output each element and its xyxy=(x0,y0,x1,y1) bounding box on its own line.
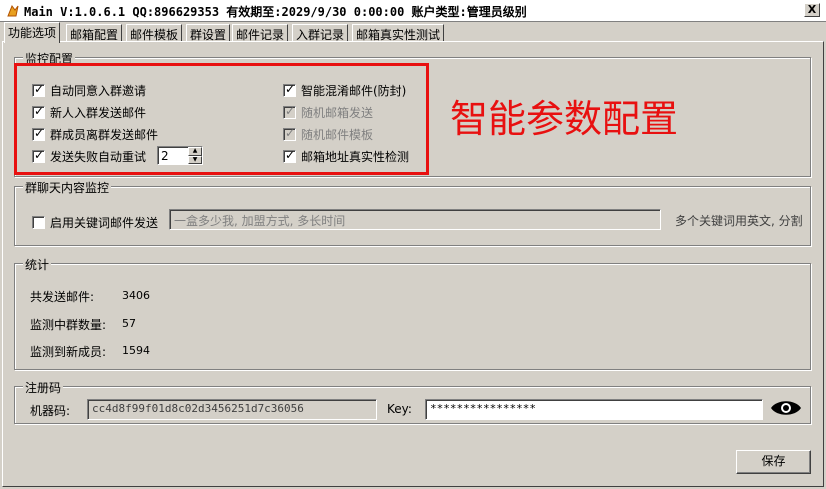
smart-mix-checkbox[interactable]: ✓ 智能混淆邮件(防封) xyxy=(283,82,406,99)
retry-on-fail-checkbox[interactable]: ✓ 发送失败自动重试 xyxy=(32,148,146,165)
check-icon: ✓ xyxy=(285,104,296,118)
check-icon: ✓ xyxy=(34,126,45,140)
keyword-input[interactable]: 一盒多少我, 加盟方式, 多长时间 xyxy=(169,209,661,230)
members-value: 1594 xyxy=(122,344,150,357)
check-icon: ✓ xyxy=(34,104,45,118)
random-template-checkbox: ✓ 随机邮件模板 xyxy=(283,126,374,142)
sent-label: 共发送邮件: xyxy=(30,290,95,304)
tab-mailbox-verify[interactable]: 邮箱真实性测试 xyxy=(352,24,445,42)
stepper-down-icon[interactable]: ▼ xyxy=(188,155,202,164)
chat-monitor-title: 群聊天内容监控 xyxy=(23,179,112,196)
tab-mailbox-config[interactable]: 邮箱配置 xyxy=(66,24,123,42)
auto-accept-checkbox[interactable]: ✓ 自动同意入群邀请 xyxy=(32,82,146,99)
key-input[interactable]: **************** xyxy=(425,399,763,420)
check-icon: ✓ xyxy=(285,148,296,162)
stepper-up-icon[interactable]: ▲ xyxy=(188,147,202,156)
save-button[interactable]: 保存 xyxy=(736,450,811,474)
verify-address-checkbox[interactable]: ✓ 邮箱地址真实性检测 xyxy=(283,148,409,165)
members-label: 监测到新成员: xyxy=(30,345,107,359)
sent-value: 3406 xyxy=(122,289,150,302)
check-icon: ✓ xyxy=(285,126,296,140)
tab-function-options[interactable]: 功能选项 xyxy=(4,22,61,43)
machine-code-label: 机器码: xyxy=(30,404,71,418)
title-bar: Main V:1.0.6.1 QQ:896629353 有效期至:2029/9/… xyxy=(0,0,826,22)
smart-config-banner: 智能参数配置 xyxy=(450,97,679,141)
registration-title: 注册码 xyxy=(23,379,64,396)
close-button[interactable]: X xyxy=(804,3,820,17)
keyword-mail-checkbox[interactable]: 启用关键词邮件发送 xyxy=(32,214,158,231)
stats-title: 统计 xyxy=(23,256,52,273)
groups-label: 监测中群数量: xyxy=(30,318,107,332)
check-icon: ✓ xyxy=(34,82,45,96)
machine-code-field[interactable]: cc4d8f99f01d8c02d3456251d7c36056 xyxy=(87,399,377,420)
random-mailbox-checkbox: ✓ 随机邮箱发送 xyxy=(283,104,374,120)
new-member-mail-checkbox[interactable]: ✓ 新人入群发送邮件 xyxy=(32,104,146,121)
check-icon: ✓ xyxy=(34,148,45,162)
leave-mail-checkbox[interactable]: ✓ 群成员离群发送邮件 xyxy=(32,126,158,143)
tab-join-records[interactable]: 入群记录 xyxy=(292,24,349,42)
eye-icon[interactable] xyxy=(770,398,802,418)
retry-count-stepper[interactable]: 2 ▲ ▼ xyxy=(157,146,203,165)
tab-group-settings[interactable]: 群设置 xyxy=(186,24,231,42)
tab-mail-template[interactable]: 邮件模板 xyxy=(126,24,183,42)
keyword-hint: 多个关键词用英文, 分割 xyxy=(675,214,803,228)
app-icon xyxy=(7,4,19,17)
key-label: Key: xyxy=(387,402,412,416)
groups-value: 57 xyxy=(122,317,136,330)
check-icon: ✓ xyxy=(285,82,296,96)
window-title: Main V:1.0.6.1 QQ:896629353 有效期至:2029/9/… xyxy=(24,5,527,19)
tab-mail-records[interactable]: 邮件记录 xyxy=(232,24,289,42)
